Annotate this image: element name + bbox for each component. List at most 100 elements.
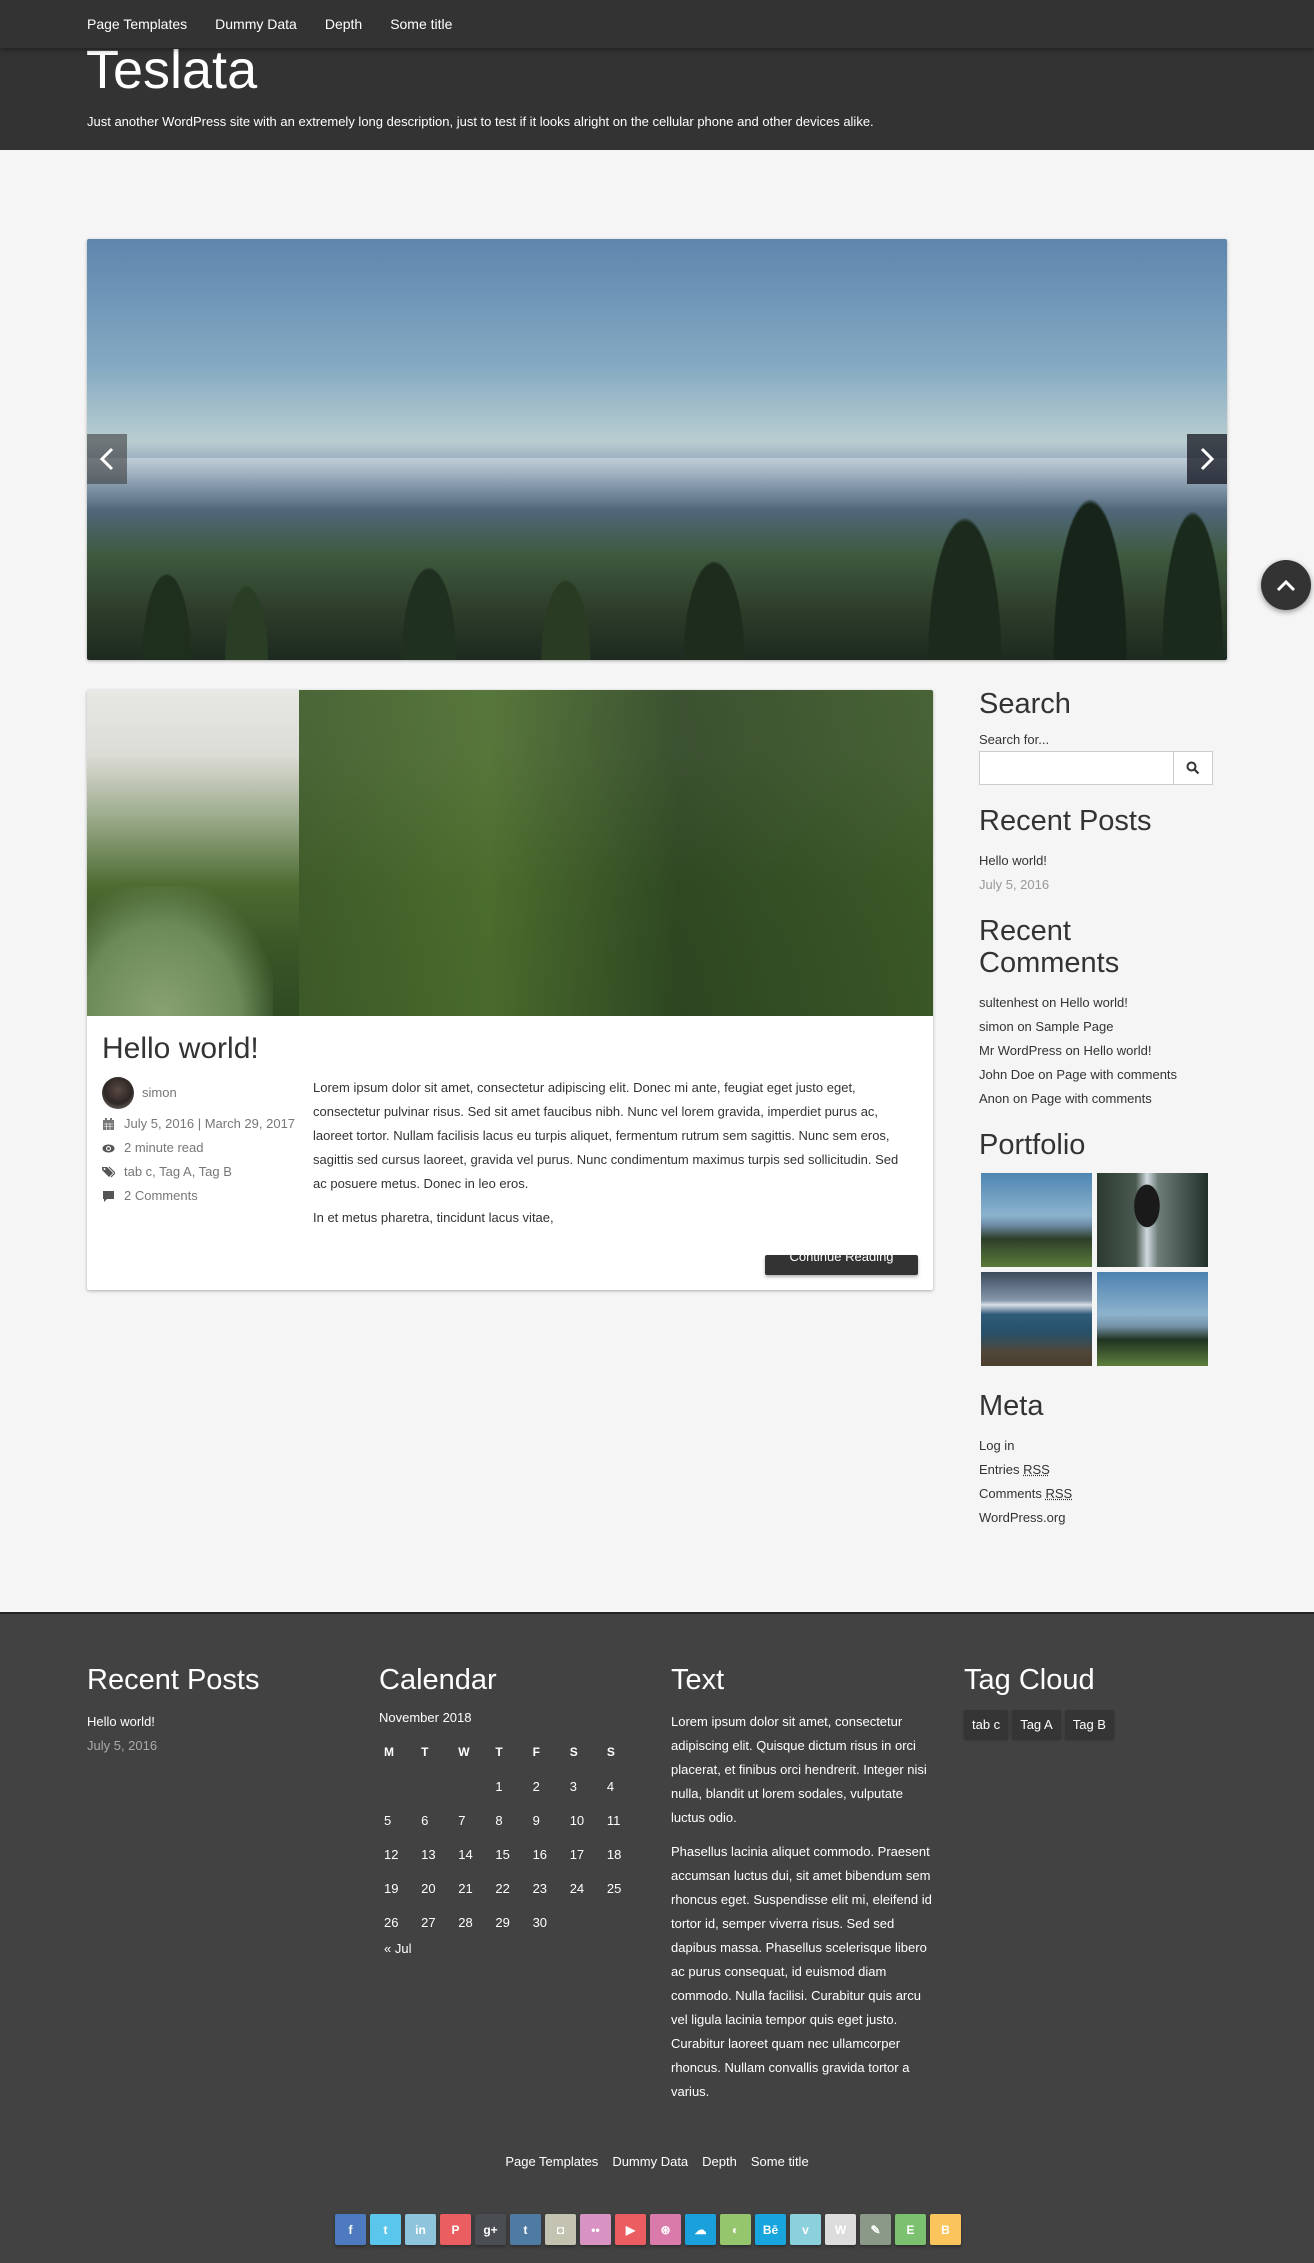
calendar-day: 13: [421, 1846, 436, 1862]
search-submit-button[interactable]: [1173, 751, 1213, 785]
flickr-icon[interactable]: ••: [580, 2214, 611, 2245]
slider-prev-button[interactable]: [87, 434, 127, 484]
vimeo-icon[interactable]: v: [790, 2214, 821, 2245]
blogger-icon[interactable]: B: [930, 2214, 961, 2245]
comment-author[interactable]: sultenhest: [979, 995, 1038, 1010]
comment-post-link[interactable]: Page with comments: [1031, 1091, 1152, 1106]
read-time-row: 2 minute read: [102, 1136, 302, 1160]
portfolio-image-waterfall-hiker[interactable]: [1097, 1173, 1208, 1267]
portfolio-image-coastal-cliffs[interactable]: [981, 1272, 1092, 1366]
footer-nav-dummy-data[interactable]: Dummy Data: [612, 2154, 688, 2169]
comment-on: on: [1038, 1067, 1053, 1082]
envato-icon[interactable]: ◐: [720, 2214, 751, 2245]
calendar-day: 23: [532, 1880, 548, 1896]
behance-icon[interactable]: Bē: [755, 2214, 786, 2245]
social-links: f t in Pg+ t ◘ •• ▶ ⊛ ☁ ◐ Bē v W ✎ E B: [335, 2214, 961, 2245]
calendar-day: 7: [458, 1812, 466, 1828]
tags-icon: [102, 1160, 118, 1184]
wordpress-icon[interactable]: W: [825, 2214, 856, 2245]
portfolio-grid: [981, 1173, 1213, 1366]
google-plus-icon[interactable]: g+: [475, 2214, 506, 2245]
meta-widget: Meta Log in Entries RSS Comments RSS Wor…: [979, 1390, 1213, 1530]
post-title[interactable]: Hello world!: [102, 1032, 259, 1066]
footer-nav-some-title[interactable]: Some title: [751, 2154, 809, 2169]
entries-rss-label[interactable]: Entries: [979, 1462, 1019, 1477]
calendar-prev-month-link[interactable]: « Jul: [379, 1941, 639, 1956]
nav-item-depth[interactable]: Depth: [325, 16, 362, 32]
tag-tag-b[interactable]: Tag B: [1064, 1710, 1114, 1739]
footer-nav-page-templates[interactable]: Page Templates: [505, 2154, 598, 2169]
footer-recent-posts-title: Recent Posts: [87, 1664, 260, 1696]
post-excerpt: Lorem ipsum dolor sit amet, consectetur …: [313, 1076, 913, 1240]
meta-item[interactable]: Entries RSS: [979, 1458, 1213, 1482]
nav-item-page-templates[interactable]: Page Templates: [87, 16, 187, 32]
tumblr-icon[interactable]: t: [510, 2214, 541, 2245]
tag-tag-a[interactable]: Tag A: [1012, 1710, 1061, 1739]
text-widget-title: Text: [671, 1664, 725, 1696]
comments-rss-label[interactable]: Comments: [979, 1486, 1042, 1501]
comment-post-link[interactable]: Hello world!: [1060, 995, 1128, 1010]
eye-icon: [102, 1136, 118, 1160]
youtube-icon[interactable]: ▶: [615, 2214, 646, 2245]
meta-title: Meta: [979, 1390, 1044, 1422]
site-title[interactable]: Teslata: [86, 40, 257, 100]
nav-item-some-title[interactable]: Some title: [390, 16, 452, 32]
pinterest-icon[interactable]: P: [440, 2214, 471, 2245]
chevron-up-icon: [1276, 579, 1296, 592]
comment-on: on: [1065, 1043, 1080, 1058]
portfolio-image-people-on-hill[interactable]: [981, 1173, 1092, 1267]
post-date: July 5, 2016 | March 29, 2017: [124, 1116, 296, 1131]
evernote-icon[interactable]: E: [895, 2214, 926, 2245]
comment-author[interactable]: Mr WordPress: [979, 1043, 1062, 1058]
comment-post-link[interactable]: Page with comments: [1056, 1067, 1177, 1082]
author-avatar: [102, 1077, 134, 1109]
continue-reading-button[interactable]: Continue Reading: [765, 1255, 918, 1275]
post-card: Hello world! simon July 5, 2016 | March …: [87, 690, 933, 1290]
linkedin-icon[interactable]: in: [405, 2214, 436, 2245]
calendar-day: 14: [458, 1846, 473, 1862]
calendar-day: 19: [384, 1880, 399, 1896]
calendar-day: 24: [569, 1880, 585, 1896]
calendar-day: 27: [421, 1914, 436, 1930]
portfolio-title: Portfolio: [979, 1129, 1086, 1161]
comment-author[interactable]: simon: [979, 1019, 1014, 1034]
footer-nav-depth[interactable]: Depth: [702, 2154, 737, 2169]
comment-post-link[interactable]: Hello world!: [1084, 1043, 1152, 1058]
delicious-icon[interactable]: ✎: [860, 2214, 891, 2245]
post-paragraph: Lorem ipsum dolor sit amet, consectetur …: [313, 1080, 899, 1191]
search-widget-title: Search: [979, 688, 1071, 720]
calendar-weekday: S: [569, 1745, 578, 1759]
post-date-row: July 5, 2016 | March 29, 2017: [102, 1112, 302, 1136]
calendar-day: 4: [606, 1778, 615, 1794]
recent-post-link[interactable]: Hello world!: [979, 853, 1047, 868]
comment-author[interactable]: Anon: [979, 1091, 1009, 1106]
search-icon: [1186, 761, 1200, 775]
nav-item-dummy-data[interactable]: Dummy Data: [215, 16, 297, 32]
comment-post-link[interactable]: Sample Page: [1035, 1019, 1113, 1034]
recent-comments-widget: Recent Comments sultenhest on Hello worl…: [979, 915, 1213, 1111]
calendar-day: 5: [384, 1812, 392, 1828]
comment-author[interactable]: John Doe: [979, 1067, 1035, 1082]
portfolio-image-forest-meadow[interactable]: [1097, 1272, 1208, 1366]
slider-next-button[interactable]: [1187, 434, 1227, 484]
tag-tab-c[interactable]: tab c: [964, 1710, 1009, 1739]
rss-abbr: RSS: [1023, 1462, 1050, 1477]
soundcloud-icon[interactable]: ☁: [685, 2214, 716, 2245]
meta-item[interactable]: Comments RSS: [979, 1482, 1213, 1506]
sidebar: Search Search for... Recent Posts Hello …: [979, 688, 1213, 1548]
post-meta: simon July 5, 2016 | March 29, 2017 2 mi…: [102, 1076, 302, 1208]
text-paragraph: Phasellus lacinia aliquet commodo. Praes…: [671, 1844, 932, 2099]
dribbble-icon[interactable]: ⊛: [650, 2214, 681, 2245]
facebook-icon[interactable]: f: [335, 2214, 366, 2245]
wordpress-link[interactable]: WordPress.org: [979, 1510, 1065, 1525]
instagram-icon[interactable]: ◘: [545, 2214, 576, 2245]
search-input[interactable]: [979, 751, 1173, 785]
post-featured-image[interactable]: [87, 690, 933, 1016]
twitter-icon[interactable]: t: [370, 2214, 401, 2245]
comments-count[interactable]: 2 Comments: [124, 1184, 198, 1208]
back-to-top-button[interactable]: [1261, 560, 1311, 610]
post-tags[interactable]: tab c, Tag A, Tag B: [124, 1160, 232, 1184]
footer-recent-post-link[interactable]: Hello world!: [87, 1714, 155, 1729]
login-link[interactable]: Log in: [979, 1438, 1014, 1453]
author-name[interactable]: simon: [142, 1081, 177, 1105]
